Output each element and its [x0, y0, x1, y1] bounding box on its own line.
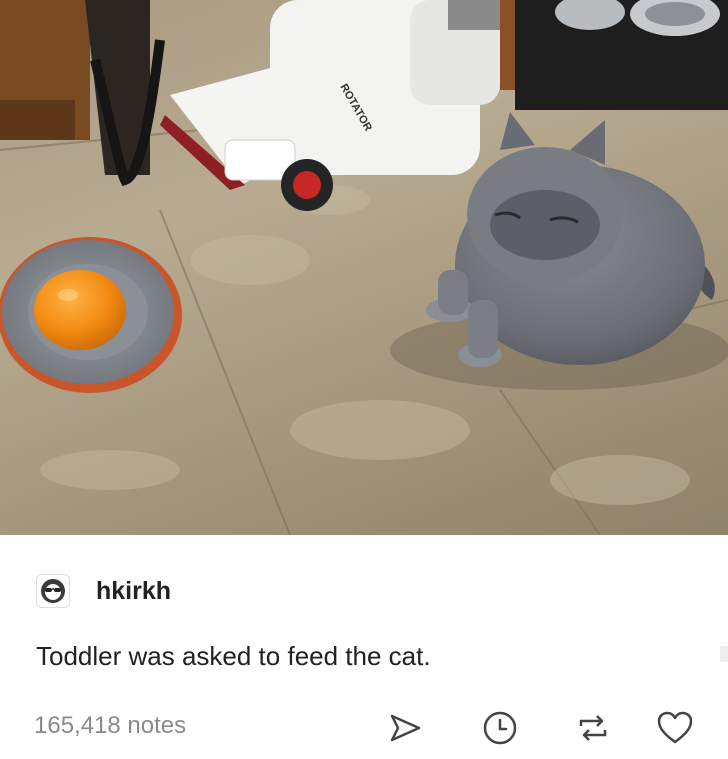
post-author[interactable]: hkirkh — [36, 571, 171, 611]
post-photo[interactable]: ROTATOR — [0, 0, 728, 535]
tumblr-post: ROTATOR hkirkh Toddler was asked to feed… — [0, 0, 728, 759]
author-username[interactable]: hkirkh — [96, 577, 171, 606]
share-icon[interactable] — [385, 708, 425, 748]
clock-icon[interactable] — [480, 708, 520, 748]
notes-count[interactable]: 165,418 notes — [34, 712, 186, 740]
reblog-icon[interactable] — [573, 708, 613, 748]
scroll-edge-marker — [720, 646, 728, 662]
plate-with-orange — [0, 237, 182, 393]
vacuum-cleaner: ROTATOR — [160, 0, 506, 211]
photo-illustration: ROTATOR — [0, 0, 728, 535]
post-caption: Toddler was asked to feed the cat. — [36, 641, 431, 671]
heart-icon[interactable] — [655, 708, 695, 748]
pet-bowls — [500, 0, 728, 110]
sunglasses-avatar-icon[interactable] — [36, 574, 70, 608]
